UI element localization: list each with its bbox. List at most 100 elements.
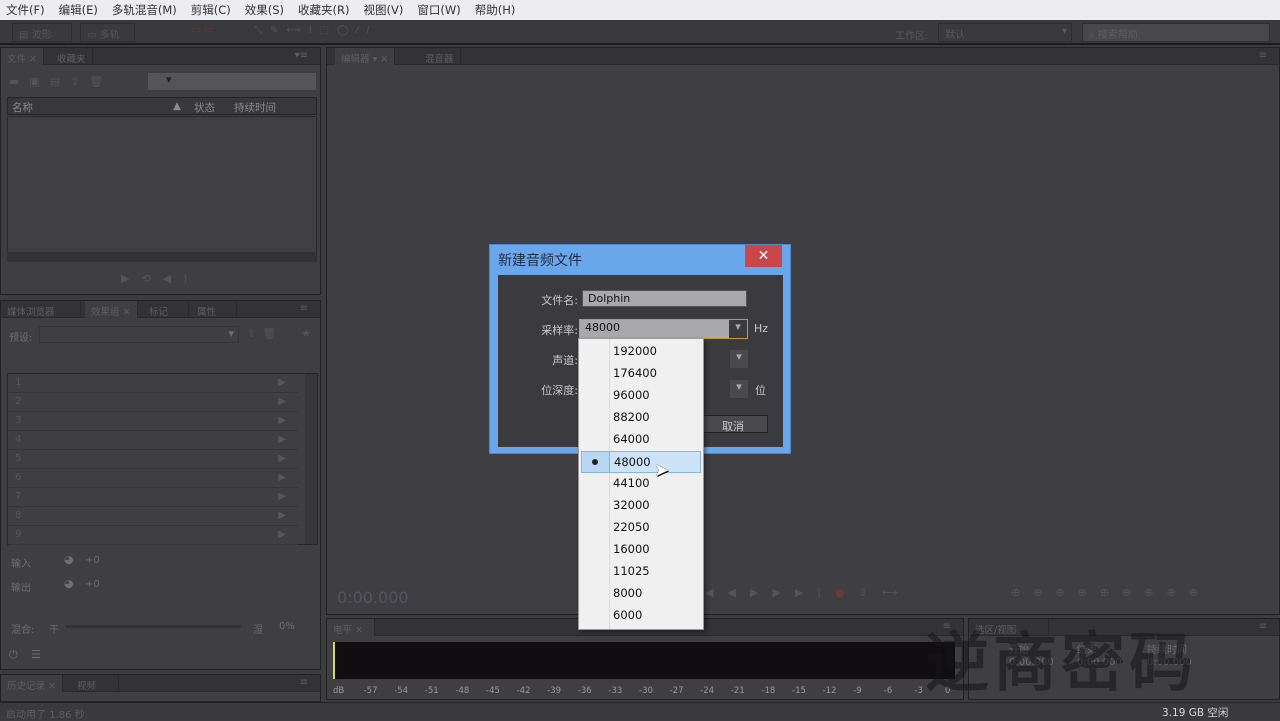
input-label: 输入: [11, 559, 31, 570]
samplerate-option[interactable]: 11025: [581, 561, 701, 583]
tab-mixer[interactable]: 混音器: [419, 48, 461, 65]
menu-clip[interactable]: 剪辑(C): [191, 2, 231, 18]
history-panel: 历史记录 ✕ 视频 ≡: [0, 674, 321, 702]
save-delete-icons[interactable]: ⇪🗑: [247, 327, 282, 340]
samplerate-option[interactable]: 176400: [581, 363, 701, 385]
power-icon[interactable]: ⏻: [9, 648, 18, 662]
output-knob[interactable]: ◕: [64, 577, 74, 590]
col-status[interactable]: 状态: [194, 100, 215, 115]
option-label: 88200: [613, 410, 650, 424]
preview-transport-icons[interactable]: ▶⟲◀): [121, 272, 199, 285]
bitdepth-label: 位深度:: [541, 384, 578, 397]
samplerate-option[interactable]: 96000: [581, 385, 701, 407]
tab-favorites[interactable]: 收藏夹: [51, 48, 93, 65]
effects-rack-panel: 媒体浏览器 效果组 ✕ 标记 属性 ≡ 预设: ▾ ⇪🗑 ★ 1 ▶ 2 ▶ 3 ▶ …: [0, 300, 321, 670]
zoom-controls[interactable]: ⊕⊕⊕⊕⊕⊕⊕⊕⊕: [1011, 586, 1211, 599]
favorite-star-icon[interactable]: ★: [301, 327, 311, 340]
workspace-select[interactable]: 默认 ▾: [938, 23, 1072, 42]
panel-menu-icon[interactable]: ≡: [300, 303, 308, 314]
spectral-display-icons[interactable]: ▭ ▭: [185, 23, 235, 42]
menu-favorites[interactable]: 收藏夹(R): [298, 2, 349, 18]
panel-menu-icon[interactable]: ≡: [300, 677, 308, 688]
filter-dropdown[interactable]: ▾: [148, 73, 316, 90]
watermark: 逆商密码: [925, 627, 1197, 701]
samplerate-option[interactable]: 88200: [581, 407, 701, 429]
samplerate-option[interactable]: 32000: [581, 495, 701, 517]
sort-asc-icon[interactable]: ▲: [173, 100, 181, 112]
tab-video[interactable]: 视频: [71, 675, 119, 692]
tab-history[interactable]: 历史记录 ✕: [1, 675, 63, 692]
samplerate-option[interactable]: 22050: [581, 517, 701, 539]
col-name[interactable]: 名称: [12, 100, 33, 115]
samplerate-option[interactable]: 64000: [581, 429, 701, 451]
level-scale-tick: -15: [792, 686, 806, 696]
menu-edit[interactable]: 编辑(E): [59, 2, 98, 18]
transport-controls[interactable]: ◀◀▶▶▶|●⇪⟷: [705, 586, 912, 599]
tab-media-browser[interactable]: 媒体浏览器: [1, 301, 81, 318]
samplerate-select[interactable]: 48000 ▾: [579, 319, 748, 339]
effect-slot[interactable]: 4 ▶: [9, 431, 298, 450]
menu-effects[interactable]: 效果(S): [245, 2, 284, 18]
panel-menu-icon[interactable]: ≡: [1259, 50, 1267, 61]
menu-view[interactable]: 视图(V): [364, 2, 404, 18]
tab-editor[interactable]: 编辑器 ▾ ✕: [335, 48, 396, 65]
effect-slot[interactable]: 7 ▶: [9, 488, 298, 507]
option-label: 192000: [613, 344, 657, 358]
tab-markers[interactable]: 标记: [143, 301, 189, 318]
samplerate-value: 48000: [585, 321, 620, 334]
effect-slot[interactable]: 8 ▶: [9, 507, 298, 526]
samplerate-option[interactable]: 192000: [581, 341, 701, 363]
slots-scrollbar[interactable]: [305, 374, 317, 544]
menu-multitrack[interactable]: 多轨混音(M): [112, 2, 177, 18]
cancel-button[interactable]: 取消: [698, 415, 768, 433]
output-label: 输出: [11, 583, 31, 594]
filename-input[interactable]: Dolphin: [582, 290, 747, 307]
level-scale-tick: -27: [669, 686, 684, 696]
samplerate-option[interactable]: 16000: [581, 539, 701, 561]
samplerate-option[interactable]: 8000: [581, 583, 701, 605]
effect-slot[interactable]: 5 ▶: [9, 450, 298, 469]
level-scale-tick: -6: [883, 686, 893, 696]
option-label: 44100: [613, 476, 650, 490]
tab-levels[interactable]: 电平 ✕: [327, 619, 375, 636]
tab-files[interactable]: 文件 ✕: [1, 48, 44, 65]
samplerate-dropdown-list: 192000 176400 96000 88200 64000 48000 44100 320…: [578, 338, 704, 630]
filename-label: 文件名:: [541, 294, 578, 307]
tab-properties[interactable]: 属性: [191, 301, 237, 318]
effect-slot[interactable]: 9 ▶: [9, 526, 298, 545]
menu-file[interactable]: 文件(F): [6, 2, 45, 18]
multitrack-button[interactable]: ▭ 多轨: [80, 23, 135, 42]
panel-menu-icon[interactable]: ≡: [1259, 621, 1267, 632]
effect-slot[interactable]: 2 ▶: [9, 393, 298, 412]
level-scale-tick: -9: [853, 686, 862, 696]
input-knob[interactable]: ◕: [64, 553, 74, 566]
panel-menu-icon[interactable]: ▾≡: [295, 50, 308, 61]
samplerate-option[interactable]: 44100: [581, 473, 701, 495]
channels-chevron-icon[interactable]: ▾: [730, 350, 748, 368]
file-action-icons[interactable]: ▬▣▤⇪🗑: [9, 75, 113, 88]
tool-icons[interactable]: ⤡✎⟷I⬚◯⁄∕: [248, 23, 463, 42]
chevron-down-icon[interactable]: ▾: [729, 320, 747, 338]
effect-slot[interactable]: 6 ▶: [9, 469, 298, 488]
waveform-button[interactable]: ▤ 波形: [12, 23, 72, 42]
tab-effects-rack[interactable]: 效果组 ✕: [85, 301, 138, 318]
bitdepth-chevron-icon[interactable]: ▾: [730, 380, 748, 398]
horizontal-scrollbar[interactable]: [7, 252, 317, 262]
level-meter: [333, 642, 955, 679]
col-duration[interactable]: 持续时间: [234, 100, 276, 115]
level-scale-tick: -42: [516, 686, 531, 696]
close-button[interactable]: ✕: [745, 245, 782, 267]
search-help-input[interactable]: ⌕ 搜索帮助: [1082, 23, 1270, 42]
menu-window[interactable]: 窗口(W): [417, 2, 460, 18]
option-label: 11025: [613, 564, 650, 578]
samplerate-option[interactable]: 6000: [581, 605, 701, 627]
preset-dropdown[interactable]: ▾: [39, 326, 239, 343]
level-scale-tick: -30: [639, 686, 653, 696]
effect-slot[interactable]: 3 ▶: [9, 412, 298, 431]
menu-help[interactable]: 帮助(H): [475, 2, 516, 18]
list-icon[interactable]: ☰: [31, 648, 41, 661]
samplerate-option[interactable]: 48000: [581, 451, 701, 473]
files-list[interactable]: [7, 116, 317, 254]
effect-slot[interactable]: 1 ▶: [9, 374, 298, 393]
mix-slider[interactable]: [66, 625, 241, 628]
